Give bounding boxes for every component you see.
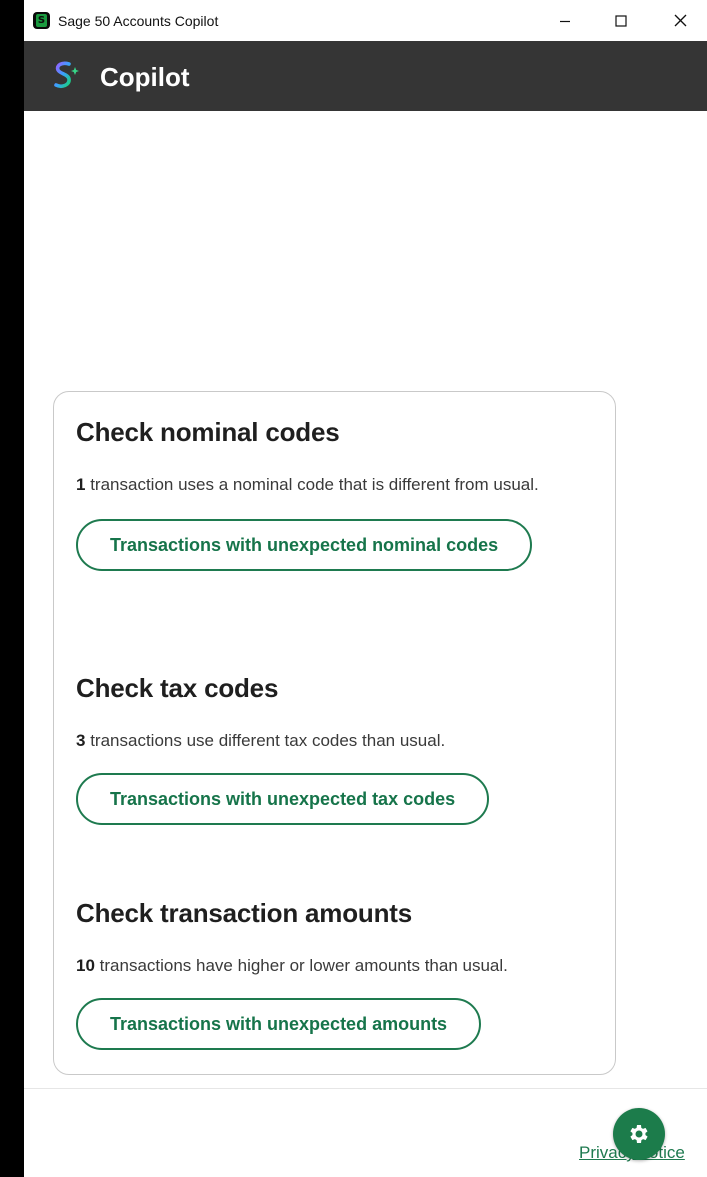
window-titlebar: S Sage 50 Accounts Copilot [24, 0, 707, 41]
sage-app-icon: S [33, 12, 50, 29]
unexpected-tax-codes-button[interactable]: Transactions with unexpected tax codes [76, 773, 490, 825]
minimize-button[interactable] [542, 0, 588, 41]
main-content: Check nominal codes 1 transaction uses a… [24, 111, 707, 1087]
window-title: Sage 50 Accounts Copilot [58, 13, 219, 29]
unexpected-amounts-button[interactable]: Transactions with unexpected amounts [76, 998, 482, 1050]
transaction-amounts-section: Check transaction amounts 10 transaction… [76, 897, 596, 1050]
insights-card: Check nominal codes 1 transaction uses a… [53, 391, 616, 1075]
close-icon [674, 14, 686, 27]
description-text: transactions have higher or lower amount… [94, 956, 508, 975]
maximize-icon [615, 14, 627, 27]
copilot-header: Copilot [24, 41, 707, 111]
maximize-button[interactable] [598, 0, 644, 41]
transaction-count: 10 [76, 956, 95, 975]
description-text: transaction uses a nominal code that is … [85, 475, 539, 494]
gear-icon [630, 1125, 648, 1143]
tax-codes-section: Check tax codes 3 transactions use diffe… [76, 672, 596, 825]
footer-divider [24, 1088, 707, 1089]
section-heading: Check transaction amounts [76, 898, 412, 928]
sage-copilot-logo-icon [54, 61, 79, 88]
description-text: transactions use different tax codes tha… [85, 731, 446, 750]
section-description: 1 transaction uses a nominal code that i… [76, 470, 596, 499]
nominal-codes-section: Check nominal codes 1 transaction uses a… [76, 416, 596, 571]
section-heading: Check tax codes [76, 673, 279, 703]
minimize-icon [560, 20, 570, 22]
unexpected-nominal-codes-button[interactable]: Transactions with unexpected nominal cod… [76, 519, 533, 571]
settings-button[interactable] [613, 1108, 665, 1160]
close-button[interactable] [657, 0, 703, 41]
section-heading: Check nominal codes [76, 417, 340, 447]
app-window: S Sage 50 Accounts Copilot Copilot Check… [24, 0, 707, 1177]
section-description: 10 transactions have higher or lower amo… [76, 951, 596, 980]
section-description: 3 transactions use different tax codes t… [76, 726, 596, 755]
header-title: Copilot [100, 62, 190, 92]
